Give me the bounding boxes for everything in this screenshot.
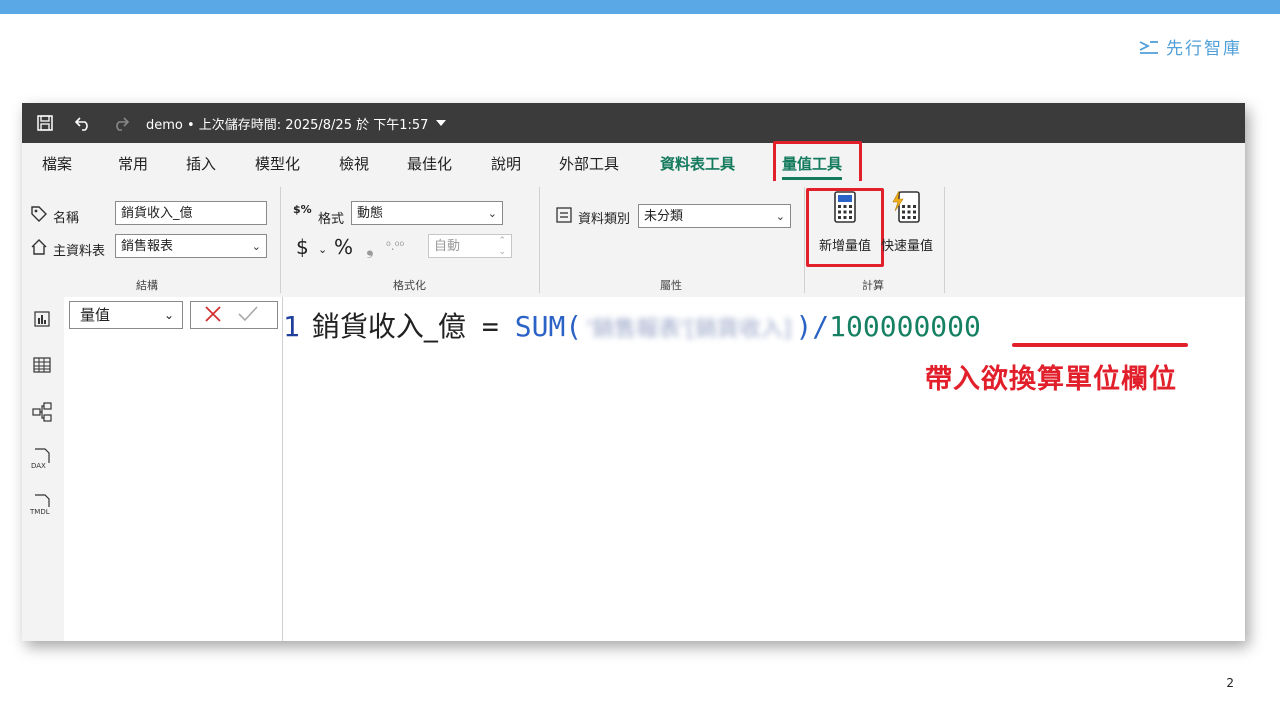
divisor-underline: [1012, 343, 1188, 347]
currency-chevron-icon[interactable]: ⌄: [318, 243, 327, 256]
divide-token: )/: [795, 310, 830, 343]
svg-text:TMDL: TMDL: [30, 508, 50, 516]
brand-mark-icon: [1139, 40, 1158, 54]
format-select[interactable]: 動態 ⌄: [351, 201, 503, 225]
save-icon[interactable]: [30, 108, 60, 138]
slide-top-bar: [0, 0, 1280, 14]
tab-file[interactable]: 檔案: [42, 153, 72, 174]
home-table-value: 銷售報表: [121, 239, 174, 254]
group-divider: [280, 187, 281, 293]
power-bi-window: demo • 上次儲存時間: 2025/8/25 於 下午1:57 檔案 常用 …: [22, 103, 1245, 641]
report-view-icon[interactable]: [30, 307, 54, 331]
field-selector[interactable]: 量值 ⌄: [69, 301, 183, 329]
ribbon-panel: 名稱 銷貨收入_億 主資料表 銷售報表 ⌄ 結構 $% 格式 動態 ⌄ $ ⌄ …: [22, 181, 1245, 298]
tab-modeling[interactable]: 模型化: [255, 153, 300, 174]
format-value: 動態: [357, 206, 384, 221]
window-title: demo • 上次儲存時間: 2025/8/25 於 下午1:57: [146, 117, 429, 133]
tab-home[interactable]: 常用: [118, 153, 148, 174]
measure-name-field[interactable]: 銷貨收入_億: [115, 201, 267, 225]
chevron-down-icon: ⌄: [163, 308, 174, 322]
commit-controls: [190, 301, 278, 329]
properties-group-label: 屬性: [660, 279, 682, 292]
formatting-group-label: 格式化: [393, 279, 426, 292]
data-category-value: 未分類: [644, 209, 684, 224]
view-switcher: DAX TMDL: [22, 297, 65, 641]
quick-calculator-icon: [892, 191, 920, 223]
measure-name-token: 銷貨收入_億: [311, 310, 466, 343]
chevron-down-icon: ⌄: [487, 207, 497, 220]
group-divider: [539, 187, 540, 293]
ribbon-tabs: 檔案 常用 插入 模型化 檢視 最佳化 說明 外部工具 資料表工具 量值工具: [22, 141, 1245, 185]
title-bar: demo • 上次儲存時間: 2025/8/25 於 下午1:57: [22, 103, 1245, 143]
chevron-down-icon: ⌄: [775, 210, 785, 223]
cancel-x-icon[interactable]: [203, 304, 223, 328]
format-icon: $%: [293, 203, 312, 216]
tab-view[interactable]: 檢視: [339, 153, 369, 174]
formula-bar-left: 量值 ⌄: [64, 297, 283, 641]
quick-measure-label: 快速量值: [880, 239, 933, 254]
dax-formula-editor[interactable]: 1 銷貨收入_億 = SUM( '銷售報表'[銷貨收入] )/ 10000000…: [283, 297, 1245, 641]
tab-help[interactable]: 說明: [491, 153, 521, 174]
group-divider: [804, 187, 805, 293]
measure-tools-highlight: [773, 141, 862, 185]
tab-table-tools[interactable]: 資料表工具: [660, 153, 735, 174]
currency-button[interactable]: $: [296, 235, 309, 259]
line-number: 1: [283, 310, 300, 343]
tab-external-tools[interactable]: 外部工具: [559, 153, 619, 174]
table-view-icon[interactable]: [30, 353, 54, 377]
tab-insert[interactable]: 插入: [186, 153, 216, 174]
home-icon: [30, 238, 48, 256]
calculations-group-label: 計算: [862, 279, 884, 292]
spinner-icon[interactable]: ⌃ ⌄: [498, 236, 506, 257]
model-view-icon[interactable]: [30, 400, 54, 424]
home-table-select[interactable]: 銷售報表 ⌄: [115, 234, 267, 258]
tab-optimize[interactable]: 最佳化: [407, 153, 452, 174]
home-table-label: 主資料表: [53, 244, 106, 259]
svg-text:DAX: DAX: [31, 462, 46, 470]
dax-query-view-icon[interactable]: DAX: [30, 447, 54, 471]
brand-logo: 先行智庫: [1138, 34, 1242, 59]
data-category-select[interactable]: 未分類 ⌄: [638, 204, 791, 228]
redo-icon[interactable]: [106, 108, 136, 138]
title-dropdown-chevron-icon[interactable]: [436, 120, 447, 126]
brand-name: 先行智庫: [1166, 39, 1242, 59]
page-number: 2: [1226, 676, 1234, 690]
decimal-places-button[interactable]: ⁰.⁰⁰: [386, 239, 404, 253]
tag-icon: [30, 205, 48, 223]
data-category-icon: [556, 207, 572, 223]
comma-style-button[interactable]: ❟: [366, 235, 374, 259]
field-selector-value: 量值: [80, 306, 111, 324]
format-label: 格式: [318, 212, 345, 227]
quick-measure-button[interactable]: 快速量值: [876, 191, 938, 254]
percent-button[interactable]: %: [334, 235, 353, 259]
data-category-label: 資料類別: [578, 212, 631, 227]
annotation-callout: 帶入欲換算單位欄位: [925, 364, 1177, 395]
decimal-places-input[interactable]: 自動 ⌃ ⌄: [428, 234, 512, 258]
formula-line[interactable]: 1 銷貨收入_億 = SUM( '銷售報表'[銷貨收入] )/ 10000000…: [283, 305, 981, 345]
name-label: 名稱: [53, 211, 80, 226]
group-divider: [944, 187, 945, 293]
tmdl-view-icon[interactable]: TMDL: [30, 493, 54, 517]
structure-group-label: 結構: [136, 279, 158, 292]
chevron-down-icon: ⌄: [251, 240, 261, 253]
blurred-column-reference: '銷售報表'[銷貨收入]: [586, 317, 792, 342]
equals-token: =: [481, 310, 499, 343]
auto-value: 自動: [434, 239, 461, 254]
sum-function-token: SUM(: [514, 310, 583, 343]
commit-check-icon[interactable]: [237, 304, 259, 328]
undo-icon[interactable]: [68, 108, 98, 138]
divisor-token: 100000000: [829, 310, 981, 343]
new-measure-highlight: [806, 188, 884, 267]
